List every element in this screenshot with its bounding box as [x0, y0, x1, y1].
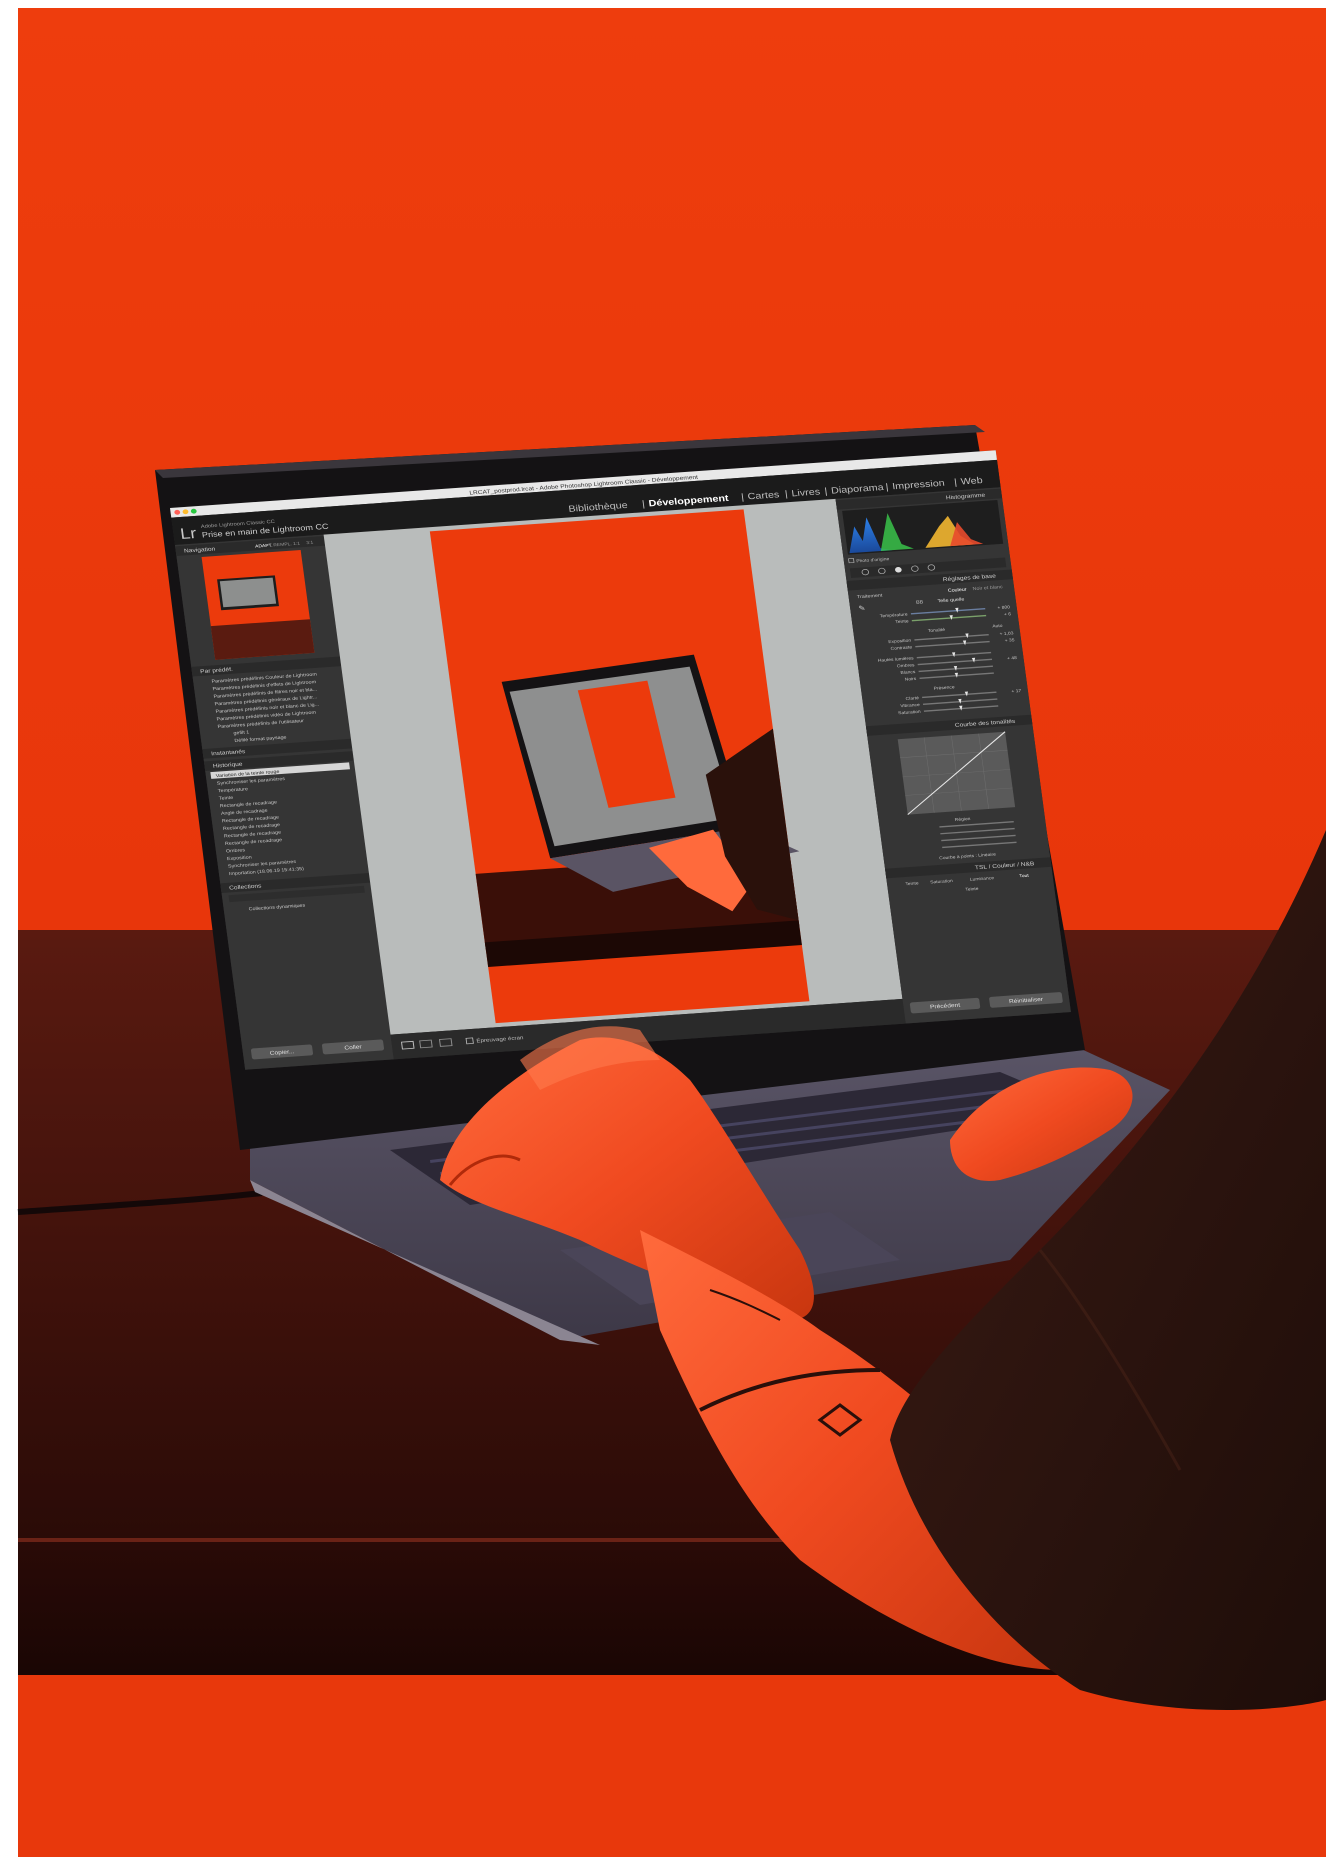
photo-scene: LRCAT_postprod.lrcat - Adobe Photoshop L… [0, 0, 1326, 1857]
navigator-preview-desk [210, 619, 315, 660]
navigator-preview-screen [219, 577, 277, 608]
blacks-label: Noirs [904, 676, 917, 681]
photo-border-left [0, 0, 18, 1857]
nav-zoom-1-1[interactable]: 1:1 [293, 541, 301, 546]
auto-tone-button[interactable]: Auto [992, 623, 1003, 628]
temperature-value[interactable]: + 800 [997, 605, 1011, 610]
tint-value[interactable]: + 6 [1004, 612, 1012, 617]
photo-border-top [0, 0, 1326, 8]
lightroom-screen: LRCAT_postprod.lrcat - Adobe Photoshop L… [170, 450, 1071, 1070]
paste-button-label: Coller [344, 1044, 362, 1051]
contrast-value[interactable]: + 35 [1004, 638, 1015, 643]
module-book[interactable]: Livres [791, 487, 821, 499]
tint-label: Teinte [895, 619, 909, 624]
hsl-tab-all[interactable]: Tout [1019, 873, 1030, 878]
lr-logo: Lr [179, 524, 198, 542]
nav-zoom-3-1[interactable]: 3:1 [306, 540, 314, 545]
wb-eyedropper-icon[interactable]: ✎ [858, 604, 866, 613]
shadows-value[interactable]: + 48 [1007, 655, 1018, 660]
module-web[interactable]: Web [960, 476, 984, 487]
clarity-label: Clarté [905, 695, 919, 700]
clarity-value[interactable]: + 17 [1011, 688, 1022, 693]
hsl-tab-hue[interactable]: Teinte [905, 881, 919, 886]
hsl-sub-hue: Teinte [965, 886, 979, 891]
lower-wall [18, 1675, 1326, 1857]
